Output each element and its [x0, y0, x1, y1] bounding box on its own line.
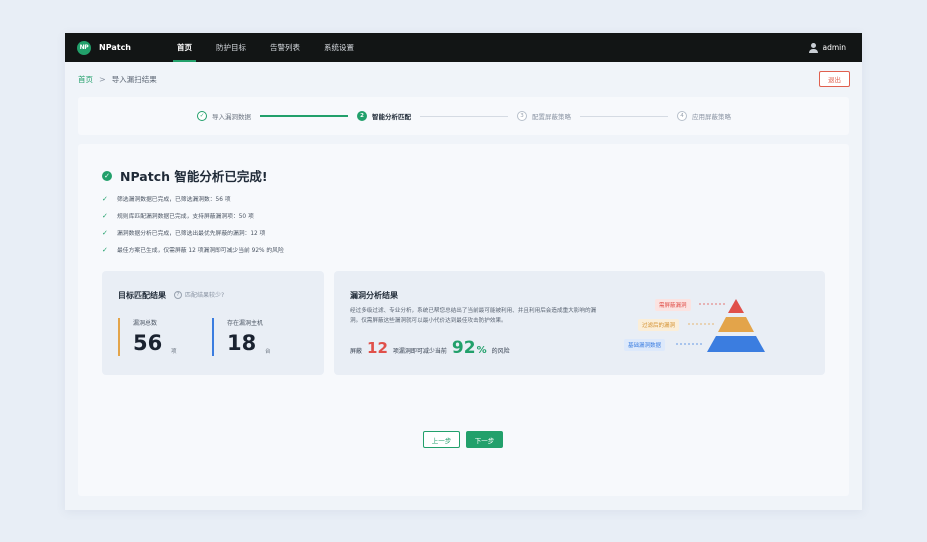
- breadcrumb: 首页 > 导入漏扫结果: [78, 74, 157, 85]
- risk-prefix: 屏蔽: [350, 348, 363, 355]
- check-text: 最佳方案已生成，仅需屏蔽 12 项漏洞即可减少当前 92% 的风险: [117, 248, 284, 254]
- list-item: ✓ 最佳方案已生成，仅需屏蔽 12 项漏洞即可减少当前 92% 的风险: [102, 241, 284, 258]
- user-icon: [808, 42, 818, 53]
- result-headline: ✓ NPatch 智能分析已完成!: [102, 166, 268, 185]
- check-icon: ✓: [102, 245, 108, 254]
- risk-summary: 屏蔽 12 项漏洞即可减少当前 92 % 的风险: [350, 338, 510, 358]
- headline-text: NPatch 智能分析已完成!: [120, 169, 268, 184]
- vulnerability-analysis-panel: 漏洞分析结果 经过多级过滤、专业分析，系统已帮您总结出了当前最可能被利用、并且利…: [334, 271, 825, 375]
- step-label: 导入漏洞数据: [212, 113, 251, 121]
- stat-unit: 项: [171, 349, 177, 355]
- success-check-icon: ✓: [102, 170, 112, 181]
- question-icon: ?: [174, 290, 182, 299]
- panel-title: 漏洞分析结果: [350, 291, 398, 300]
- next-step-button[interactable]: 下一步: [466, 431, 503, 448]
- step-smart-analysis: 2 智能分析匹配: [357, 111, 411, 121]
- check-text: 筛选漏洞数据已完成，已筛选漏洞数：56 项: [117, 197, 231, 203]
- step-label: 智能分析匹配: [372, 113, 411, 121]
- previous-step-button[interactable]: 上一步: [423, 431, 460, 448]
- nav-item-settings[interactable]: 系统设置: [312, 33, 366, 62]
- risk-middle: 项漏洞即可减少当前: [392, 348, 447, 355]
- stat-unit: 台: [265, 349, 271, 355]
- stat-label: 漏洞总数: [133, 320, 158, 327]
- username: admin: [822, 43, 847, 52]
- step-number: 3: [517, 111, 527, 121]
- step-label: 配置屏蔽策略: [532, 113, 571, 121]
- nav-item-home[interactable]: 首页: [165, 33, 204, 62]
- logo[interactable]: NP NPatch: [77, 40, 165, 55]
- list-item: ✓ 筛选漏洞数据已完成，已筛选漏洞数：56 项: [102, 190, 284, 207]
- step-import-data: ✓ 导入漏洞数据: [197, 111, 251, 121]
- breadcrumb-current: 导入漏扫结果: [111, 75, 157, 84]
- stat-value: 18: [227, 331, 257, 355]
- step-connector: [260, 115, 348, 117]
- step-configure-policy: 3 配置屏蔽策略: [517, 111, 571, 121]
- check-text: 漏洞数据分析已完成，已筛选出最优先屏蔽的漏洞：12 项: [117, 231, 266, 237]
- check-icon: ✓: [102, 211, 108, 220]
- risk-pyramid: 需屏蔽漏洞 过滤后的漏洞 基础漏洞数据: [624, 299, 784, 359]
- risk-count: 12: [367, 339, 388, 357]
- help-link[interactable]: ? 匹配结果较少?: [174, 290, 224, 299]
- analysis-result-card: ✓ NPatch 智能分析已完成! ✓ 筛选漏洞数据已完成，已筛选漏洞数：56 …: [78, 144, 849, 496]
- logo-mark-icon: NP: [77, 40, 91, 55]
- step-number: 2: [357, 111, 367, 121]
- step-check-icon: ✓: [197, 111, 207, 121]
- top-nav: NP NPatch 首页 防护目标 告警列表 系统设置 admin: [65, 33, 862, 62]
- user-menu[interactable]: admin: [808, 33, 847, 62]
- logout-button[interactable]: 退出: [819, 71, 850, 87]
- analysis-description: 经过多级过滤、专业分析，系统已帮您总结出了当前最可能被利用、并且利用后会造成重大…: [350, 308, 597, 324]
- step-connector: [580, 115, 668, 117]
- steps-progress: ✓ 导入漏洞数据 2 智能分析匹配 3 配置屏蔽策略 4 应用屏蔽策略: [78, 97, 849, 135]
- breadcrumb-home[interactable]: 首页: [78, 74, 93, 85]
- stat-label: 存在漏洞主机: [227, 320, 264, 327]
- step-connector: [420, 115, 508, 117]
- app-window: NP NPatch 首页 防护目标 告警列表 系统设置 admin 首页 > 导…: [65, 33, 862, 510]
- list-item: ✓ 规则库匹配漏洞数据已完成，支持屏蔽漏洞项：50 项: [102, 207, 284, 224]
- step-apply-policy: 4 应用屏蔽策略: [677, 111, 731, 121]
- check-list: ✓ 筛选漏洞数据已完成，已筛选漏洞数：56 项 ✓ 规则库匹配漏洞数据已完成，支…: [102, 190, 284, 258]
- nav-items: 首页 防护目标 告警列表 系统设置: [165, 33, 366, 62]
- stat-total-vulnerabilities: 漏洞总数 56 项: [118, 318, 177, 356]
- stat-vulnerable-hosts: 存在漏洞主机 18 台: [212, 318, 271, 356]
- check-icon: ✓: [102, 194, 108, 203]
- pyramid-graphic: [676, 299, 765, 352]
- panel-title: 目标匹配结果: [118, 291, 166, 300]
- nav-item-protection-targets[interactable]: 防护目标: [204, 33, 258, 62]
- check-text: 规则库匹配漏洞数据已完成，支持屏蔽漏洞项：50 项: [117, 214, 254, 220]
- check-icon: ✓: [102, 228, 108, 237]
- help-text: 匹配结果较少?: [185, 292, 225, 299]
- nav-item-alerts[interactable]: 告警列表: [258, 33, 312, 62]
- list-item: ✓ 漏洞数据分析已完成，已筛选出最优先屏蔽的漏洞：12 项: [102, 224, 284, 241]
- risk-percent-sign: %: [476, 345, 487, 356]
- stat-value: 56: [133, 331, 163, 355]
- app-name: NPatch: [99, 43, 132, 52]
- risk-suffix: 的风险: [491, 348, 510, 355]
- step-number: 4: [677, 111, 687, 121]
- match-result-panel: 目标匹配结果 ? 匹配结果较少? 漏洞总数 56 项 存在漏洞主机 18 台: [102, 271, 324, 375]
- step-label: 应用屏蔽策略: [692, 113, 731, 121]
- risk-percent: 92: [451, 338, 476, 358]
- breadcrumb-separator: >: [99, 75, 106, 84]
